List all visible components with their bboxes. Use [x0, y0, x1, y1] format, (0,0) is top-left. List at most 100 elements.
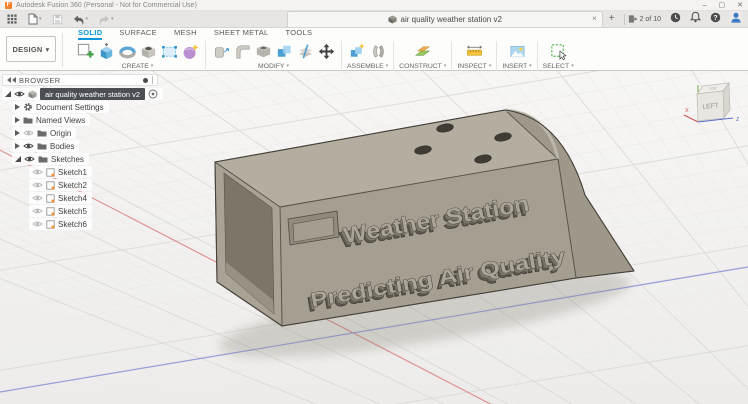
visibility-eye-icon[interactable]: [32, 220, 43, 228]
undo-icon: [73, 14, 85, 25]
expand-caret-icon[interactable]: [15, 130, 20, 136]
browser-item-sketch[interactable]: Sketch6: [29, 218, 92, 230]
close-button[interactable]: ✕: [737, 1, 743, 10]
dropdown-caret-icon: ▾: [46, 47, 50, 52]
construct-dropdown[interactable]: CONSTRUCT▾: [399, 63, 446, 70]
user-avatar[interactable]: [730, 10, 742, 28]
create-sketch-button[interactable]: [75, 41, 95, 61]
visibility-eye-icon[interactable]: [32, 207, 43, 215]
select-button[interactable]: [548, 41, 568, 61]
folder-icon: [23, 116, 33, 124]
browser-item-sketch[interactable]: Sketch5: [29, 205, 92, 217]
view-cube[interactable]: LEFT TOP X Z: [681, 77, 745, 141]
tab-solid[interactable]: SOLID: [78, 28, 102, 40]
joint-button[interactable]: [368, 41, 388, 61]
construct-plane-button[interactable]: [413, 41, 433, 61]
insert-image-button[interactable]: [507, 41, 527, 61]
dropdown-caret-icon: ▾: [529, 64, 532, 69]
combine-button[interactable]: [274, 41, 294, 61]
expand-caret-icon[interactable]: [15, 143, 20, 149]
collapse-panel-icon[interactable]: [7, 77, 11, 83]
document-counter[interactable]: 2 of 10: [628, 14, 661, 24]
viewport-canvas[interactable]: Weather Station Weather Station Weather …: [0, 71, 748, 404]
folder-icon: [37, 142, 47, 150]
visibility-eye-icon[interactable]: [32, 181, 43, 189]
expand-caret-icon[interactable]: [15, 156, 21, 162]
window-title: Autodesk Fusion 360 (Personal - Not for …: [16, 2, 197, 9]
tab-sheet-metal[interactable]: SHEET METAL: [214, 28, 269, 40]
notifications-button[interactable]: [690, 10, 701, 28]
assemble-dropdown[interactable]: ASSEMBLE▾: [347, 63, 388, 70]
expand-caret-icon[interactable]: [15, 104, 20, 110]
separator: [537, 41, 538, 72]
visibility-eye-icon[interactable]: [14, 90, 25, 98]
browser-item-document-settings[interactable]: Document Settings: [12, 101, 109, 113]
separator: [451, 41, 452, 72]
quick-access-toolbar: ▾ ▾ ▾: [4, 12, 117, 26]
file-menu-button[interactable]: ▾: [24, 12, 45, 26]
visibility-eye-icon[interactable]: [32, 168, 43, 176]
hole-button[interactable]: [138, 41, 158, 61]
tab-tools[interactable]: TOOLS: [286, 28, 313, 40]
visibility-eye-icon[interactable]: [24, 155, 35, 163]
expand-caret-icon[interactable]: [5, 91, 11, 97]
tab-close-icon[interactable]: ×: [592, 14, 597, 24]
bell-icon: [690, 11, 701, 23]
modify-dropdown[interactable]: MODIFY▾: [258, 63, 289, 70]
activate-component-icon[interactable]: [148, 89, 158, 99]
browser-item-sketches[interactable]: Sketches: [12, 153, 89, 165]
create-form-button[interactable]: [180, 41, 200, 61]
minimize-button[interactable]: –: [703, 1, 707, 10]
ribbon-group-modify: MODIFY▾: [208, 40, 339, 70]
tab-surface[interactable]: SURFACE: [119, 28, 157, 40]
tab-mesh[interactable]: MESH: [174, 28, 197, 40]
create-dropdown[interactable]: CREATE▾: [122, 63, 154, 70]
measure-button[interactable]: [464, 41, 484, 61]
browser-item-sketch[interactable]: Sketch1: [29, 166, 92, 178]
save-button[interactable]: [49, 13, 66, 26]
split-body-button[interactable]: [295, 41, 315, 61]
browser-item-named-views[interactable]: Named Views: [12, 114, 90, 126]
insert-dropdown[interactable]: INSERT▾: [502, 63, 531, 70]
separator: [152, 76, 153, 84]
revolve-button[interactable]: [117, 41, 137, 61]
job-status-button[interactable]: [670, 10, 681, 28]
redo-button[interactable]: ▾: [95, 13, 117, 26]
browser-root-row[interactable]: air quality weather station v2: [2, 88, 163, 100]
move-copy-button[interactable]: [316, 41, 336, 61]
dropdown-caret-icon: ▾: [39, 17, 42, 22]
browser-item-origin[interactable]: Origin: [12, 127, 76, 139]
fillet-button[interactable]: [232, 41, 252, 61]
root-component-label[interactable]: air quality weather station v2: [40, 88, 145, 100]
select-dropdown[interactable]: SELECT▾: [543, 63, 574, 70]
visibility-eye-icon[interactable]: [23, 142, 34, 150]
extrude-button[interactable]: [96, 41, 116, 61]
viewcube-x-label: X: [685, 108, 689, 114]
dropdown-caret-icon: ▾: [571, 64, 574, 69]
browser-item-sketch[interactable]: Sketch2: [29, 179, 92, 191]
expand-caret-icon[interactable]: [15, 117, 20, 123]
document-tab-label: air quality weather station v2: [401, 15, 502, 24]
box-primitive-button[interactable]: [159, 41, 179, 61]
visibility-eye-icon[interactable]: [32, 194, 43, 202]
document-tab[interactable]: air quality weather station v2 ×: [287, 11, 603, 27]
help-button[interactable]: ?: [710, 10, 721, 28]
display-settings-icon[interactable]: [143, 78, 148, 83]
browser-item-bodies[interactable]: Bodies: [12, 140, 79, 152]
maximize-button[interactable]: ▢: [719, 1, 726, 10]
ribbon-group-create: CREATE▾: [72, 40, 203, 70]
new-component-button[interactable]: [347, 41, 367, 61]
design-workspace-menu[interactable]: DESIGN ▾: [6, 36, 56, 62]
browser-item-sketch[interactable]: Sketch4: [29, 192, 92, 204]
visibility-eye-icon[interactable]: [23, 129, 34, 137]
shell-button[interactable]: [253, 41, 273, 61]
app-grid-menu-icon[interactable]: [4, 13, 20, 25]
press-pull-button[interactable]: [211, 41, 231, 61]
save-icon: [52, 14, 63, 25]
inspect-dropdown[interactable]: INSPECT▾: [457, 63, 491, 70]
undo-button[interactable]: ▾: [70, 13, 92, 26]
collapse-panel-icon[interactable]: [12, 77, 16, 83]
browser-header[interactable]: BROWSER: [2, 74, 158, 86]
dropdown-caret-icon: ▾: [151, 64, 154, 69]
new-tab-button[interactable]: +: [603, 12, 621, 26]
